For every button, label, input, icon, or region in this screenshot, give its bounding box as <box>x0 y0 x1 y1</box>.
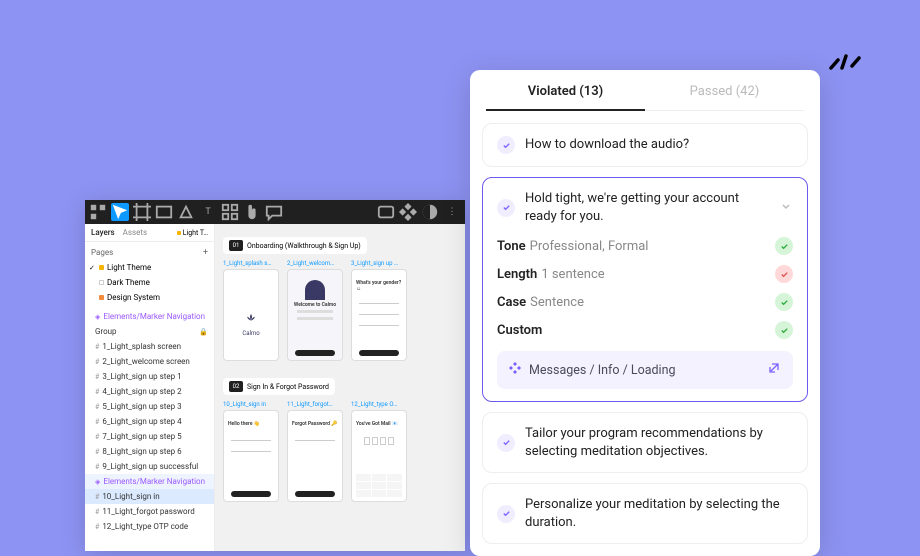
toolbar-more-icon[interactable]: ⋮ <box>443 203 461 221</box>
layer-component[interactable]: ◈Elements/Marker Navigation <box>85 474 214 489</box>
frame-tool-icon[interactable] <box>133 203 151 221</box>
editor-toolbar: T ⋮ <box>85 200 465 224</box>
chevron-down-icon <box>779 198 793 217</box>
layer-frame[interactable]: #2_Light_welcome screen <box>85 354 214 369</box>
frame[interactable]: 10_Light_sign in Hello there 👋 <box>223 401 279 502</box>
results-panel: Violated (13) Passed (42) How to downloa… <box>470 70 820 556</box>
section-label: 02 Sign In & Forgot Password <box>223 378 335 395</box>
status-pass-icon <box>775 293 793 311</box>
layer-frame[interactable]: #9_Light_sign up successful <box>85 459 214 474</box>
open-external-icon[interactable] <box>767 361 781 379</box>
layer-frame[interactable]: #10_Light_sign in <box>85 489 214 504</box>
status-fail-icon <box>775 265 793 283</box>
layer-frame[interactable]: #5_Light_sign up step 3 <box>85 399 214 414</box>
status-pass-icon <box>775 237 793 255</box>
layer-frame[interactable]: #1_Light_splash screen <box>85 339 214 354</box>
pages-label: Pages <box>91 248 113 258</box>
frame[interactable]: 3_Light_sign up … What's your gender? ☺ <box>351 260 407 361</box>
layer-group[interactable]: Group🔒 <box>85 324 214 339</box>
frame[interactable]: 11_Light_forgot… Forgot Password 🔑 <box>287 401 343 502</box>
layer-frame[interactable]: #11_Light_forgot password <box>85 504 214 519</box>
check-row-case: Case Sentence <box>497 293 793 311</box>
canvas[interactable]: 01 Onboarding (Walkthrough & Sign Up) 1_… <box>215 224 465 551</box>
frame[interactable]: 12_Light_type O… You've Got Mail 📧 <box>351 401 407 502</box>
rect-tool-icon[interactable] <box>155 203 173 221</box>
add-page-icon[interactable]: + <box>203 248 208 258</box>
file-tab[interactable]: Light T… <box>177 228 208 237</box>
page-item[interactable]: Dark Theme <box>85 275 214 290</box>
tab-passed[interactable]: Passed (42) <box>645 70 804 111</box>
layer-frame[interactable]: #8_Light_sign up step 6 <box>85 444 214 459</box>
frame-splash: Calmo <box>223 269 279 361</box>
check-icon <box>497 505 515 523</box>
result-card[interactable]: Personalize your meditation by selecting… <box>482 483 808 544</box>
component-icon <box>509 362 521 378</box>
comment-tool-icon[interactable] <box>265 203 283 221</box>
layer-component[interactable]: ◈Elements/Marker Navigation <box>85 309 214 324</box>
lotus-icon <box>243 312 259 328</box>
figma-menu-icon[interactable] <box>89 203 107 221</box>
component-chip[interactable]: Messages / Info / Loading <box>497 351 793 389</box>
layer-frame[interactable]: #7_Light_sign up step 5 <box>85 429 214 444</box>
check-icon <box>497 199 515 217</box>
frame-otp: You've Got Mail 📧 <box>351 410 407 502</box>
design-editor-window: T ⋮ Layers Assets Light T… Pages + Light… <box>85 200 465 551</box>
result-card[interactable]: Tailor your program recommendations by s… <box>482 412 808 473</box>
layer-frame[interactable]: #6_Light_sign up step 4 <box>85 414 214 429</box>
resources-icon[interactable] <box>221 203 239 221</box>
frame[interactable]: 2_Light_welcom… Welcome to Calmo <box>287 260 343 361</box>
component-path: Messages / Info / Loading <box>529 363 676 378</box>
result-card-expanded: Hold tight, we're getting your account r… <box>482 177 808 402</box>
component-icon[interactable] <box>399 203 417 221</box>
text-tool-icon[interactable]: T <box>199 203 217 221</box>
check-icon <box>497 434 515 452</box>
tab-layers[interactable]: Layers <box>91 228 115 237</box>
section-label: 01 Onboarding (Walkthrough & Sign Up) <box>223 237 367 254</box>
layers-panel: Layers Assets Light T… Pages + Light The… <box>85 224 215 551</box>
devmode-icon[interactable] <box>377 203 395 221</box>
hand-tool-icon[interactable] <box>243 203 261 221</box>
check-list: Tone Professional, Formal Length 1 sente… <box>497 237 793 339</box>
check-icon <box>497 136 515 154</box>
check-row-tone: Tone Professional, Formal <box>497 237 793 255</box>
frame[interactable]: 1_Light_splash s… Calmo <box>223 260 279 361</box>
tab-assets[interactable]: Assets <box>123 228 147 237</box>
layer-frame[interactable]: #12_Light_type OTP code <box>85 519 214 534</box>
pen-tool-icon[interactable] <box>177 203 195 221</box>
check-row-length: Length 1 sentence <box>497 265 793 283</box>
mask-icon[interactable] <box>421 203 439 221</box>
layer-frame[interactable]: #3_Light_sign up step 1 <box>85 369 214 384</box>
page-item[interactable]: Design System <box>85 290 214 305</box>
tab-violated[interactable]: Violated (13) <box>486 70 645 111</box>
status-pass-icon <box>775 321 793 339</box>
result-card-header[interactable]: Hold tight, we're getting your account r… <box>497 190 793 225</box>
frame-forgot: Forgot Password 🔑 <box>287 410 343 502</box>
frame-welcome: Welcome to Calmo <box>287 269 343 361</box>
frame-form: What's your gender? ☺ <box>351 269 407 361</box>
move-tool-icon[interactable] <box>111 203 129 221</box>
check-row-custom: Custom <box>497 321 793 339</box>
accent-squiggles <box>825 40 865 79</box>
lock-icon: 🔒 <box>199 328 208 336</box>
frame-signin: Hello there 👋 <box>223 410 279 502</box>
page-item[interactable]: Light Theme <box>85 260 214 275</box>
layer-frame[interactable]: #4_Light_sign up step 2 <box>85 384 214 399</box>
result-card[interactable]: How to download the audio? <box>482 123 808 167</box>
